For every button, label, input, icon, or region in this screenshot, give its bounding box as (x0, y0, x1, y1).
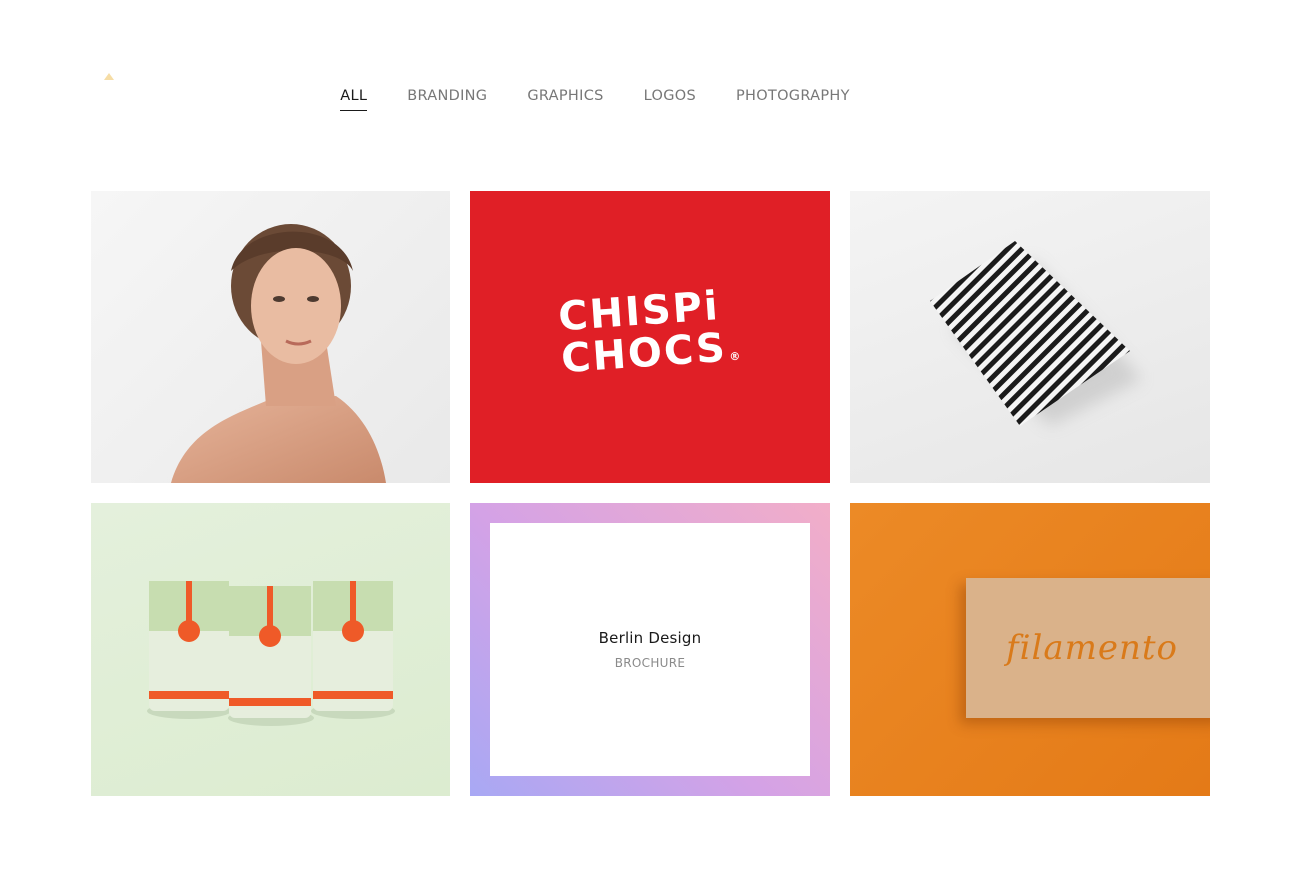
portfolio-item-product-cans[interactable] (91, 503, 450, 796)
filter-all[interactable]: ALL (340, 87, 368, 111)
pattern-paper-photo-icon (930, 241, 1142, 426)
portfolio-item-hover-overlay: Berlin Design BROCHURE (490, 523, 810, 776)
portfolio-item-filamento[interactable]: filamento (850, 503, 1210, 796)
portfolio-item-berlin-design[interactable]: Berlin Design BROCHURE (470, 503, 830, 796)
portrait-photo-icon (171, 224, 386, 483)
portfolio-item-category: BROCHURE (614, 656, 686, 670)
portfolio-item-portrait[interactable] (91, 191, 450, 483)
filter-graphics[interactable]: GRAPHICS (527, 87, 603, 105)
filter-logos[interactable]: LOGOS (644, 87, 696, 105)
portfolio-filter-nav: ALL BRANDING GRAPHICS LOGOS PHOTOGRAPHY (0, 87, 1300, 111)
portfolio-item-title[interactable]: Berlin Design (599, 629, 702, 647)
business-card: filamento (966, 578, 1210, 718)
filter-branding[interactable]: BRANDING (407, 87, 487, 105)
registered-mark: ® (728, 349, 743, 364)
chispi-chocs-logo: CHISPi CHOCS® (556, 283, 744, 390)
portfolio-grid: CHISPi CHOCS® Berlin Design BROCHURE fil… (91, 191, 1210, 796)
product-cans-photo-icon (147, 581, 395, 726)
business-card-text: filamento (1006, 628, 1178, 668)
portfolio-item-chispi-chocs[interactable]: CHISPi CHOCS® (470, 191, 830, 483)
portfolio-item-pattern-paper[interactable] (850, 191, 1210, 483)
decorative-triangle-icon (104, 73, 114, 80)
filter-photography[interactable]: PHOTOGRAPHY (736, 87, 850, 105)
